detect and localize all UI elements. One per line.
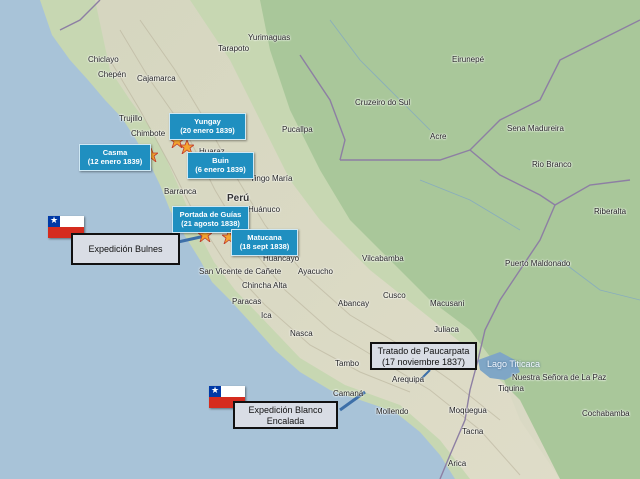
place-label: Chincha Alta [242,281,287,290]
place-label: Huancayo [263,254,300,263]
callout-text: Encalada [266,416,305,427]
battle-date: (20 enero 1839) [180,126,235,136]
place-label: Moquegua [449,406,487,415]
battle-label-yungay: Yungay (20 enero 1839) [169,113,246,140]
battle-label-buin: Buin (6 enero 1839) [187,152,254,179]
battle-name: Portada de Guías [179,210,242,219]
place-label: Macusani [430,299,465,308]
place-label: Yurimaguas [248,33,291,42]
battle-name: Yungay [194,117,221,126]
place-label: Tacna [462,427,484,436]
place-label: Abancay [338,299,370,308]
place-label: Arequipa [392,375,425,384]
callout-text: Expedición Bulnes [88,244,163,254]
battle-date: (18 sept 1838) [239,242,290,252]
battle-date: (21 agosto 1838) [181,219,240,229]
place-label: Paracas [232,297,262,306]
place-label: Puerto Maldonado [505,259,571,268]
battle-name: Buin [212,156,229,165]
place-label: Sena Madureira [507,124,564,133]
place-label: Ica [261,311,272,320]
place-label: San Vicente de Cañete [199,267,282,276]
battle-date: (6 enero 1839) [195,165,246,175]
battle-date: (12 enero 1839) [87,157,143,167]
battle-label-casma: Casma (12 enero 1839) [79,144,151,171]
place-label: Tambo [335,359,360,368]
place-label: Huánuco [248,205,281,214]
battle-name: Matucana [247,233,282,242]
callout-tratado-paucarpata: Tratado de Paucarpata (17 noviembre 1837… [370,342,477,370]
lake-label: Lago Titicaca [487,359,541,369]
place-label: Arica [448,459,467,468]
place-label: Riberalta [594,207,627,216]
callout-text: (17 noviembre 1837) [381,357,466,368]
place-label: Rio Branco [532,160,572,169]
country-label: Perú [227,193,250,204]
place-label: Tarapoto [218,44,250,53]
place-label: Juliaca [434,325,459,334]
place-label: Camaná [333,389,364,398]
place-label: Cochabamba [582,409,630,418]
callout-expedicion-bulnes: Expedición Bulnes [71,233,180,265]
place-label: Cruzeiro do Sul [355,98,411,107]
callout-expedicion-blanco: Expedición Blanco Encalada [233,401,338,429]
place-label: Trujillo [119,114,143,123]
place-label: Acre [430,132,447,141]
callout-text: Expedición Blanco [248,405,323,415]
place-label: Tingo María [250,174,293,183]
callout-text: Tratado de Paucarpata [377,346,470,356]
place-label: Pucallpa [282,125,313,134]
place-label: Nuestra Señora de La Paz [512,373,607,382]
place-label: Chepén [98,70,127,79]
place-label: Mollendo [376,407,409,416]
battle-label-matucana: Matucana (18 sept 1838) [231,229,298,256]
place-label: Ayacucho [298,267,333,276]
battle-name: Casma [102,148,128,157]
place-label: Cajamarca [137,74,176,83]
place-label: Cusco [383,291,406,300]
place-label: Chimbote [131,129,166,138]
place-label: Nasca [290,329,313,338]
place-label: Tiquina [498,384,524,393]
place-label: Eirunepé [452,55,485,64]
place-label: Chiclayo [88,55,119,64]
place-label: Vilcabamba [362,254,404,263]
place-label: Barranca [164,187,197,196]
